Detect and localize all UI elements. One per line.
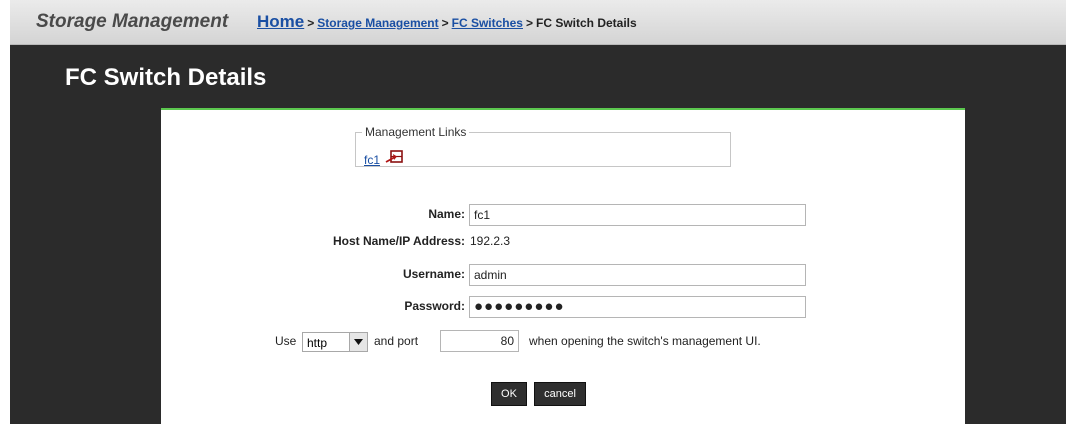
suffix-text: when opening the switch's management UI.	[529, 334, 761, 348]
breadcrumb-current: FC Switch Details	[536, 16, 637, 30]
management-link-fc1[interactable]: fc1	[364, 153, 380, 167]
username-field[interactable]: admin	[469, 264, 806, 286]
and-port-text: and port	[374, 334, 419, 348]
host-value: 192.2.3	[470, 234, 511, 248]
app-title: Storage Management	[36, 11, 229, 32]
password-field[interactable]: ●●●●●●●●●	[469, 296, 806, 318]
external-link-icon[interactable]	[385, 149, 405, 165]
use-text: Use	[275, 334, 297, 348]
breadcrumb-storage-management-link[interactable]: Storage Management	[317, 16, 438, 30]
breadcrumb: Home > Storage Management > FC Switches > FC S…	[257, 12, 637, 32]
breadcrumb-separator: >	[441, 16, 449, 30]
dropdown-arrow-icon[interactable]	[349, 333, 367, 351]
username-label: Username:	[402, 267, 465, 281]
port-field[interactable]: 80	[440, 330, 519, 352]
breadcrumb-separator: >	[525, 16, 533, 30]
page-title: FC Switch Details	[65, 64, 267, 91]
name-label: Name:	[428, 207, 465, 221]
name-field[interactable]: fc1	[469, 204, 806, 226]
management-links-legend: Management Links	[365, 125, 467, 139]
breadcrumb-separator: >	[307, 16, 315, 30]
cancel-button[interactable]: cancel	[534, 382, 586, 406]
management-links-group: Management Links fc1	[355, 125, 731, 167]
top-bar: Storage Management Home > Storage Manageme…	[10, 0, 1066, 45]
host-label: Host Name/IP Address:	[332, 234, 465, 248]
protocol-select-value: http	[307, 336, 328, 350]
password-label: Password:	[404, 299, 465, 313]
breadcrumb-fc-switches-link[interactable]: FC Switches	[452, 16, 523, 30]
ok-button[interactable]: OK	[491, 382, 527, 406]
details-panel: Management Links fc1 Name: fc1 Host Name…	[161, 108, 965, 426]
main-frame: Storage Management Home > Storage Manageme…	[10, 0, 1066, 426]
breadcrumb-home-link[interactable]: Home	[257, 12, 304, 31]
protocol-select[interactable]: http	[302, 332, 368, 352]
